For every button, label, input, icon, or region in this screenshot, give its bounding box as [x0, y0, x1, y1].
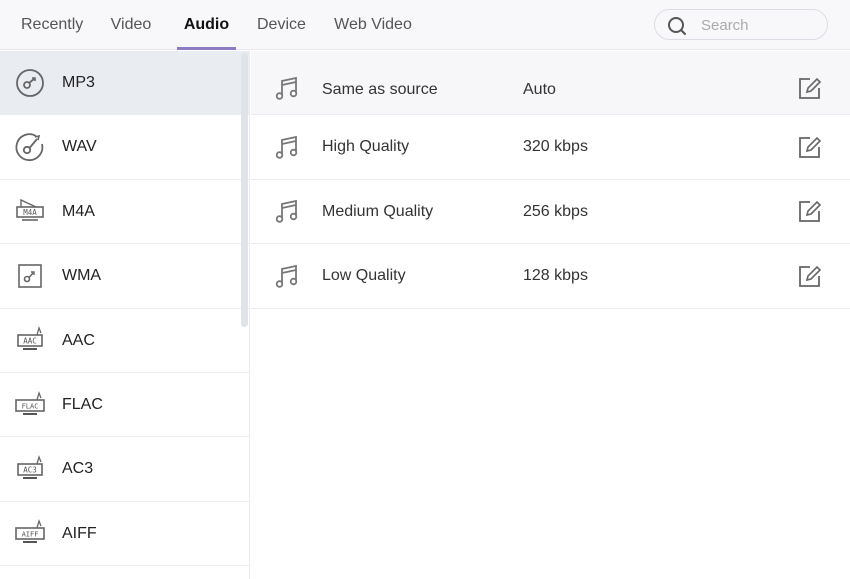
format-label: AC3 — [62, 460, 94, 478]
m4a-badge-icon: M4A — [16, 199, 44, 222]
format-item-mp3[interactable]: MP3 — [0, 51, 249, 116]
preset-row-same-as-source[interactable]: Same as source Auto — [251, 51, 850, 116]
svg-text:AC3: AC3 — [23, 466, 37, 475]
edit-icon[interactable] — [797, 198, 823, 224]
preset-row-medium-quality[interactable]: Medium Quality 256 kbps — [251, 179, 850, 245]
format-label: MP3 — [62, 74, 95, 91]
music-note-icon — [275, 264, 298, 288]
format-label: AAC — [62, 331, 95, 349]
tab-video[interactable]: Video — [109, 0, 153, 50]
tab-device[interactable]: Device — [257, 0, 306, 50]
svg-text:AIFF: AIFF — [22, 531, 39, 539]
svg-text:FLAC: FLAC — [22, 402, 39, 410]
preset-name: Medium Quality — [322, 202, 434, 220]
format-item-aac[interactable]: AAC AAC — [0, 308, 249, 373]
disc-note-icon — [16, 68, 44, 97]
format-label: AIFF — [62, 524, 97, 542]
quality-preset-list: Same as source Auto High Quality 320 kbp… — [251, 51, 850, 579]
tab-audio[interactable]: Audio — [177, 0, 236, 50]
format-item-wav[interactable]: WAV — [0, 115, 249, 180]
tab-recently[interactable]: Recently — [21, 0, 83, 50]
preset-row-low-quality[interactable]: Low Quality 128 kbps — [251, 244, 850, 309]
tab-web-video[interactable]: Web Video — [334, 0, 412, 50]
music-note-icon — [275, 200, 298, 224]
aiff-badge-icon: AIFF — [15, 519, 45, 544]
format-item-ac3[interactable]: AC3 AC3 — [0, 437, 249, 502]
search-box[interactable] — [654, 9, 828, 40]
svg-text:AAC: AAC — [23, 337, 37, 346]
search-input[interactable] — [701, 14, 819, 36]
music-note-icon — [275, 135, 298, 159]
format-label: M4A — [62, 202, 95, 220]
music-note-icon — [275, 76, 298, 100]
ac3-badge-icon: AC3 — [17, 455, 43, 480]
format-tab-bar: Recently Video Audio Device Web Video — [0, 0, 850, 50]
format-item-flac[interactable]: FLAC FLAC — [0, 372, 249, 438]
square-note-icon — [18, 264, 42, 288]
preset-bitrate: 128 kbps — [523, 267, 588, 285]
format-list: MP3 WAV M4A M4A WMA AAC AAC FLAC FLAC AC… — [0, 51, 250, 579]
format-list-scrollbar[interactable] — [241, 53, 248, 327]
edit-icon[interactable] — [797, 134, 823, 160]
edit-icon[interactable] — [797, 263, 823, 289]
aac-badge-icon: AAC — [17, 326, 43, 351]
disc-arrow-icon — [15, 133, 44, 162]
preset-name: High Quality — [322, 138, 410, 156]
preset-bitrate: 320 kbps — [523, 138, 588, 156]
svg-text:M4A: M4A — [23, 208, 37, 217]
format-item-wma[interactable]: WMA — [0, 244, 249, 309]
flac-badge-icon: FLAC — [15, 390, 45, 415]
format-label: WAV — [62, 138, 97, 156]
format-item-aiff[interactable]: AIFF AIFF — [0, 501, 249, 567]
search-icon — [668, 17, 686, 35]
preset-bitrate: 256 kbps — [523, 202, 588, 220]
preset-row-high-quality[interactable]: High Quality 320 kbps — [251, 115, 850, 180]
preset-name: Low Quality — [322, 267, 406, 285]
edit-icon[interactable] — [797, 75, 823, 101]
format-label: FLAC — [62, 395, 103, 413]
format-item-m4a[interactable]: M4A M4A — [0, 179, 249, 245]
format-label: WMA — [62, 267, 102, 285]
